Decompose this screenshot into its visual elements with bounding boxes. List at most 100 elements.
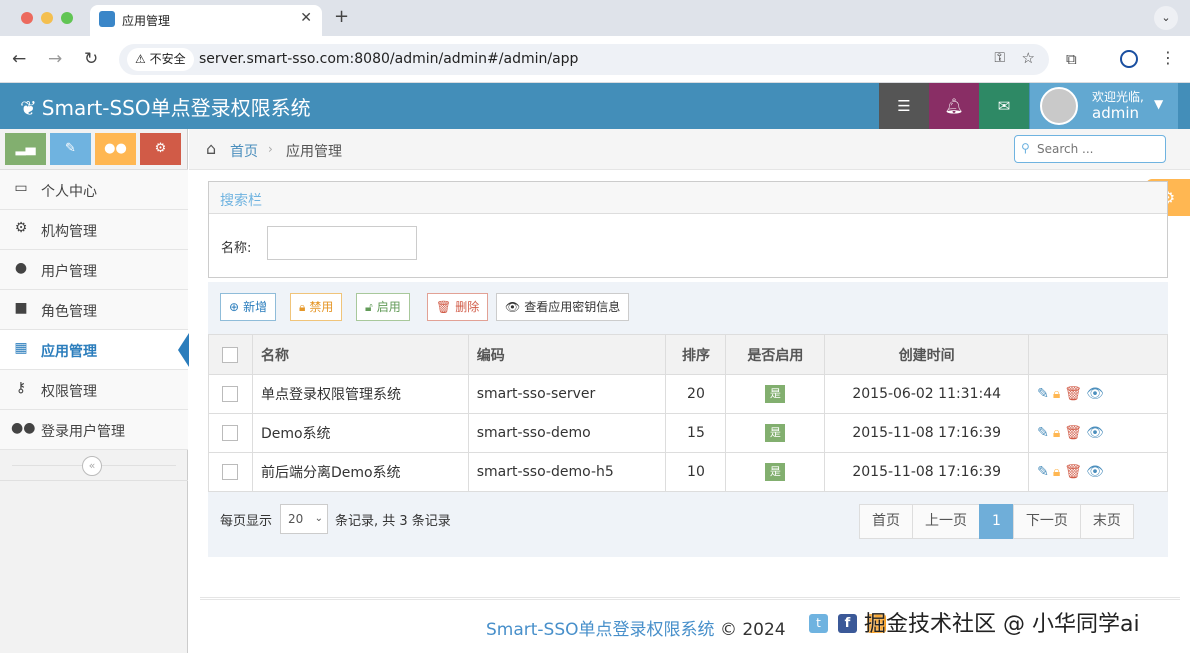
password-key-icon[interactable]: ⚿ [994, 50, 1005, 66]
eye-icon[interactable]: 👁︎ [1086, 464, 1104, 480]
name-input[interactable] [267, 226, 417, 260]
extensions-icon[interactable]: ⧉ [1066, 50, 1077, 68]
sidebar-item-permissions[interactable]: ⚷ 权限管理 [0, 370, 188, 410]
footer-brand: Smart-SSO单点登录权限系统 [486, 620, 715, 640]
lock-icon[interactable]: 🔒︎ [1053, 386, 1060, 402]
sidebar-item-sessions[interactable]: ●● 登录用户管理 [0, 410, 188, 450]
pagination: 首页 上一页 1 下一页 末页 [859, 504, 1134, 539]
column-header-created[interactable]: 创建时间 [824, 334, 1030, 375]
sidebar-item-roles[interactable]: ■ 角色管理 [0, 290, 188, 330]
lock-icon[interactable]: 🔒︎ [1053, 425, 1060, 441]
sidebar-item-users[interactable]: ● 用户管理 [0, 250, 188, 290]
shortcut-signal-button[interactable]: ▂▄ [5, 133, 46, 165]
search-panel: 搜索栏 名称: [208, 181, 1168, 278]
eye-icon[interactable]: 👁︎ [1086, 386, 1104, 402]
column-header-enabled[interactable]: 是否启用 [725, 334, 826, 375]
column-header-code[interactable]: 编码 [467, 334, 667, 375]
tab-search-icon[interactable]: ⌄ [1154, 6, 1178, 30]
minimize-window-button[interactable] [41, 12, 53, 24]
trash-icon[interactable]: 🗑︎ [1064, 464, 1082, 480]
last-page-button[interactable]: 末页 [1079, 504, 1134, 539]
shortcut-pencil-button[interactable]: ✎ [50, 133, 91, 165]
messages-button[interactable]: ✉ [979, 83, 1029, 129]
page-size-select[interactable]: 20 ⌄ [280, 504, 328, 534]
sidebar-item-org[interactable]: ⚙ 机构管理 [0, 210, 188, 250]
search-input[interactable] [1037, 140, 1161, 158]
cell-code: smart-sso-demo-h5 [467, 452, 667, 492]
app-navbar: ❦ Smart-SSO单点登录权限系统 ☰ 🔔︎ ✉ 欢迎光临, admin ▼ [0, 83, 1190, 129]
browser-menu-icon[interactable]: ⋮ [1160, 48, 1176, 67]
enable-button[interactable]: 🔓︎ 启用 [356, 293, 410, 321]
cogs-icon: ⚙ [14, 220, 28, 236]
sidebar-item-label: 角色管理 [41, 304, 97, 320]
add-button[interactable]: ⊕ 新增 [220, 293, 277, 321]
trash-icon[interactable]: 🗑︎ [1064, 425, 1082, 441]
column-header-name[interactable]: 名称 [251, 334, 469, 375]
app-brand[interactable]: ❦ Smart-SSO单点登录权限系统 [20, 92, 311, 121]
cell-created: 2015-11-08 17:16:39 [824, 452, 1030, 492]
back-icon[interactable]: ← [12, 49, 26, 69]
double-left-icon[interactable]: « [82, 456, 102, 476]
username: admin [1092, 104, 1139, 122]
close-window-button[interactable] [21, 12, 33, 24]
trash-icon[interactable]: 🗑︎ [1064, 386, 1082, 402]
browser-tab[interactable]: 应用管理 ✕ [90, 5, 322, 36]
unlock-icon: 🔓︎ [365, 300, 373, 314]
notifications-button[interactable]: 🔔︎ [929, 83, 979, 129]
profile-icon[interactable] [1120, 50, 1138, 68]
status-badge: 是 [765, 463, 786, 481]
row-checkbox[interactable] [222, 464, 239, 480]
select-all-checkbox[interactable] [222, 346, 239, 363]
users-icon: ●● [11, 420, 36, 436]
new-tab-button[interactable]: + [334, 6, 349, 27]
cell-created: 2015-11-08 17:16:39 [824, 413, 1030, 453]
maximize-window-button[interactable] [61, 12, 73, 24]
address-bar[interactable]: ⚠ 不安全 server.smart-sso.com:8080/admin/ad… [119, 44, 1049, 75]
lock-icon[interactable]: 🔒︎ [1053, 464, 1060, 480]
breadcrumb: ⌂ 首页 › 应用管理 ⚲ [189, 129, 1190, 170]
tab-close-icon[interactable]: ✕ [300, 10, 312, 26]
th-large-icon: ▦ [14, 340, 28, 356]
trash-icon: 🗑︎ [436, 300, 452, 314]
shortcut-group-button[interactable]: ●● [95, 133, 136, 165]
first-page-button[interactable]: 首页 [859, 504, 913, 539]
delete-button[interactable]: 🗑︎ 删除 [427, 293, 489, 321]
eye-icon[interactable]: 👁︎ [1086, 425, 1104, 441]
tasks-button[interactable]: ☰ [879, 83, 929, 129]
sidebar-item-profile[interactable]: ▭ 个人中心 [0, 170, 188, 210]
view-secret-button[interactable]: 👁︎ 查看应用密钥信息 [496, 293, 630, 321]
breadcrumb-home-link[interactable]: 首页 [230, 141, 258, 161]
twitter-icon[interactable]: t [809, 614, 828, 633]
row-checkbox[interactable] [222, 425, 239, 441]
table-header-row: 名称 编码 排序 是否启用 创建时间 [208, 334, 1168, 375]
app-table: 名称 编码 排序 是否启用 创建时间 单点登录权限管理系统 smart-sso-… [208, 334, 1168, 492]
user-menu[interactable]: 欢迎光临, admin ▼ [1030, 83, 1178, 129]
bookmark-star-icon[interactable]: ☆ [1022, 49, 1035, 67]
next-page-button[interactable]: 下一页 [1012, 504, 1081, 539]
row-checkbox[interactable] [222, 386, 239, 402]
security-indicator[interactable]: ⚠ 不安全 [127, 48, 194, 71]
insecure-label: 不安全 [149, 52, 186, 66]
facebook-icon[interactable]: f [838, 614, 857, 633]
footer-divider [200, 597, 1180, 600]
edit-icon[interactable]: ✎ [1037, 464, 1049, 480]
disable-button[interactable]: 🔒︎ 禁用 [290, 293, 343, 321]
edit-icon[interactable]: ✎ [1037, 386, 1049, 402]
shortcut-cogs-button[interactable]: ⚙ [140, 133, 181, 165]
forward-icon[interactable]: → [48, 49, 62, 69]
sidebar: ▂▄ ✎ ●● ⚙ ▭ 个人中心 ⚙ 机构管理 ● 用户管理 ■ 角色管理 ▦ … [0, 129, 189, 653]
url-text[interactable]: server.smart-sso.com:8080/admin/admin#/a… [199, 51, 578, 67]
reload-icon[interactable]: ↻ [84, 49, 98, 69]
column-header-sort[interactable]: 排序 [665, 334, 727, 375]
edit-icon[interactable]: ✎ [1037, 425, 1049, 441]
signal-icon: ▂▄ [15, 141, 36, 156]
sidebar-collapse-bar: « [0, 449, 188, 481]
prev-page-button[interactable]: 上一页 [912, 504, 980, 539]
select-all-cell [208, 334, 253, 375]
sidebar-item-apps[interactable]: ▦ 应用管理 [0, 330, 189, 370]
cell-actions: ✎ 🔒︎ 🗑︎ 👁︎ [1028, 452, 1168, 492]
tab-title: 应用管理 [122, 14, 171, 28]
current-page-button[interactable]: 1 [979, 504, 1014, 539]
briefcase-icon: ■ [14, 300, 28, 316]
sidebar-item-label: 用户管理 [41, 264, 97, 280]
